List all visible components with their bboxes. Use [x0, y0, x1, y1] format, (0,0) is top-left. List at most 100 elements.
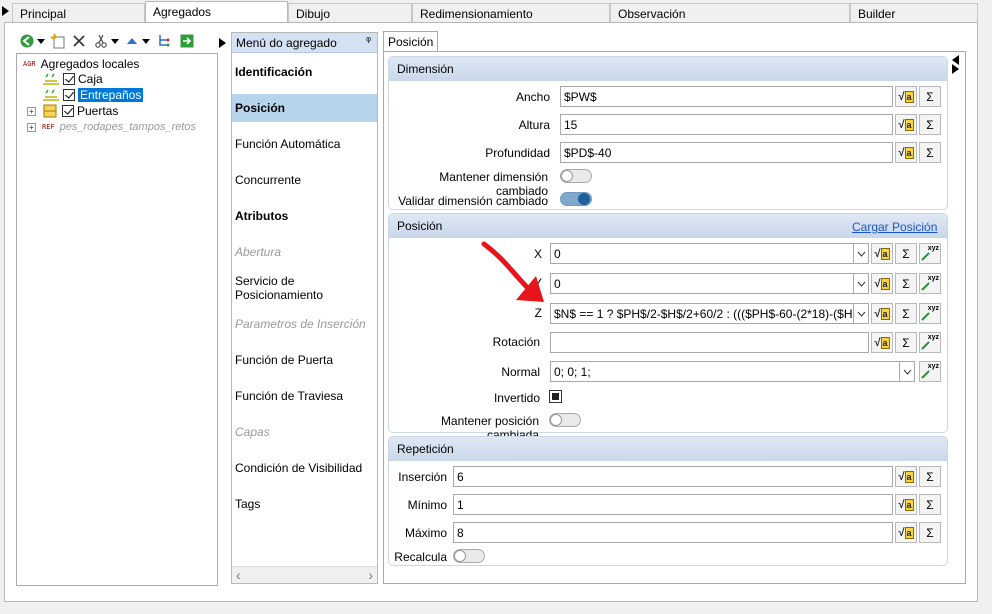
sum-button[interactable]: Σ	[919, 494, 941, 515]
menu-item-funcion-traviesa[interactable]: Función de Traviesa	[232, 382, 377, 410]
altura-input[interactable]: 15	[560, 114, 893, 135]
x-dropdown[interactable]	[854, 243, 869, 264]
expand-icon[interactable]: +	[27, 122, 36, 132]
xyz-button[interactable]: xyz	[919, 361, 941, 382]
sum-button[interactable]: Σ	[919, 522, 941, 543]
formula-button[interactable]: √ a	[895, 142, 917, 163]
xyz-button[interactable]: xyz	[919, 243, 941, 264]
tree-item-entrepanos[interactable]: Entrepaños	[43, 87, 144, 103]
delete-icon[interactable]	[72, 34, 86, 48]
mantener-posicion-toggle[interactable]	[549, 413, 581, 427]
tree-item-caja[interactable]: Caja	[43, 71, 103, 87]
tab-dibujo[interactable]: Dibujo	[288, 3, 412, 22]
menu-item-atributos[interactable]: Atributos	[232, 202, 377, 230]
sum-button[interactable]: Σ	[919, 86, 941, 107]
scroll-left-icon[interactable]: ‹	[236, 567, 241, 583]
menu-item-condicion-visibilidad[interactable]: Condición de Visibilidad	[232, 454, 377, 482]
z-dropdown[interactable]	[854, 303, 869, 324]
formula-button[interactable]: √ a	[871, 332, 893, 353]
cargar-posicion-link[interactable]: Cargar Posición	[852, 220, 937, 234]
formula-button[interactable]: √ a	[895, 86, 917, 107]
tree-item-puertas[interactable]: + Puertas	[27, 103, 118, 119]
sigma-icon: Σ	[902, 335, 910, 350]
profundidad-input[interactable]: $PD$-40	[560, 142, 893, 163]
sum-button[interactable]: Σ	[895, 243, 917, 264]
entrepanos-checkbox[interactable]	[63, 89, 75, 101]
menu-item-parametros-insercion: Parametros de Inserción	[235, 317, 366, 331]
pin-icon[interactable]: ᵠ	[366, 35, 371, 47]
tab-posicion-panel[interactable]: Posición	[383, 31, 439, 52]
expand-icon[interactable]: +	[27, 106, 36, 116]
hierarchy-icon[interactable]	[156, 33, 172, 49]
sum-button[interactable]: Σ	[919, 466, 941, 487]
sigma-icon: Σ	[926, 117, 934, 132]
mantener-dimension-toggle[interactable]	[560, 169, 592, 183]
tab-builder[interactable]: Builder	[850, 3, 978, 22]
export-icon[interactable]	[180, 34, 194, 48]
back-dropdown-icon[interactable]	[37, 38, 45, 44]
tab-principal[interactable]: Principal	[12, 3, 145, 22]
x-input[interactable]: 0	[550, 243, 854, 264]
move-dropdown-icon[interactable]	[142, 38, 150, 44]
recalcula-toggle[interactable]	[453, 549, 485, 563]
tab-agregados[interactable]: Agregados	[145, 1, 288, 23]
new-item-icon[interactable]	[50, 33, 66, 49]
z-input[interactable]: $N$ == 1 ? $PH$/2-$H$/2+60/2 : ((($PH$-6…	[550, 303, 854, 324]
formula-button[interactable]: √ a	[895, 466, 917, 487]
back-icon[interactable]	[20, 34, 34, 48]
sigma-icon: Σ	[926, 469, 934, 484]
xyz-button[interactable]: xyz	[919, 332, 941, 353]
xyz-icon: xyz	[921, 334, 939, 351]
y-input[interactable]: 0	[550, 273, 854, 294]
validar-dimension-toggle[interactable]	[560, 192, 592, 206]
xyz-button[interactable]: xyz	[919, 273, 941, 294]
menu-item-concurrente[interactable]: Concurrente	[232, 166, 377, 194]
menu-item-funcion-automatica[interactable]: Función Automática	[232, 130, 377, 158]
maximo-input[interactable]: 8	[453, 522, 893, 543]
formula-button[interactable]: √ a	[895, 522, 917, 543]
formula-icon: √ a	[874, 247, 890, 260]
formula-button[interactable]: √ a	[871, 273, 893, 294]
sum-button[interactable]: Σ	[895, 273, 917, 294]
puertas-checkbox[interactable]	[62, 105, 74, 117]
menu-header: Menú do agregado ᵠ	[232, 33, 377, 53]
formula-button[interactable]: √ a	[895, 494, 917, 515]
menu-horizontal-scrollbar[interactable]: ‹ ›	[232, 566, 377, 583]
menu-collapse-icon[interactable]	[219, 38, 226, 48]
tree-root[interactable]: AGR Agregados locales	[23, 56, 139, 72]
formula-button[interactable]: √ a	[871, 243, 893, 264]
cut-icon[interactable]	[94, 34, 108, 48]
sum-button[interactable]: Σ	[895, 303, 917, 324]
caja-checkbox[interactable]	[63, 73, 75, 85]
rotacion-input[interactable]	[550, 332, 869, 353]
z-label: Z	[534, 306, 542, 320]
cut-dropdown-icon[interactable]	[111, 38, 119, 44]
sum-button[interactable]: Σ	[895, 332, 917, 353]
menu-item-servicio-posicionamiento[interactable]: Servicio de Posicionamiento	[232, 274, 377, 302]
panel-expand-icon[interactable]	[952, 64, 959, 74]
aggregates-tree[interactable]: AGR Agregados locales Caja Entrepaños + …	[16, 53, 218, 586]
insercion-input[interactable]: 6	[453, 466, 893, 487]
formula-button[interactable]: √ a	[871, 303, 893, 324]
xyz-button[interactable]: xyz	[919, 303, 941, 324]
minimo-input[interactable]: 1	[453, 494, 893, 515]
menu-item-funcion-puerta[interactable]: Función de Puerta	[232, 346, 377, 374]
tab-observacion[interactable]: Observación	[610, 3, 850, 22]
tree-item-ref[interactable]: + REF pes_rodapes_tampos_retos	[27, 119, 196, 135]
normal-input[interactable]: 0; 0; 1;	[550, 361, 900, 382]
tab-redimensionamiento[interactable]: Redimensionamiento	[412, 3, 610, 22]
sum-button[interactable]: Σ	[919, 114, 941, 135]
invertido-checkbox[interactable]	[549, 390, 562, 403]
normal-dropdown[interactable]	[900, 361, 915, 382]
y-dropdown[interactable]	[854, 273, 869, 294]
menu-item-tags[interactable]: Tags	[232, 490, 377, 518]
formula-button[interactable]: √ a	[895, 114, 917, 135]
move-up-icon[interactable]	[125, 34, 139, 48]
tabs-scroll-icon[interactable]	[2, 6, 9, 16]
scroll-right-icon[interactable]: ›	[368, 567, 373, 583]
menu-item-posicion[interactable]: Posición	[232, 94, 377, 122]
menu-item-abertura: Abertura	[235, 245, 282, 259]
ancho-input[interactable]: $PW$	[560, 86, 893, 107]
sum-button[interactable]: Σ	[919, 142, 941, 163]
menu-item-identificacion[interactable]: Identificación	[232, 58, 377, 86]
